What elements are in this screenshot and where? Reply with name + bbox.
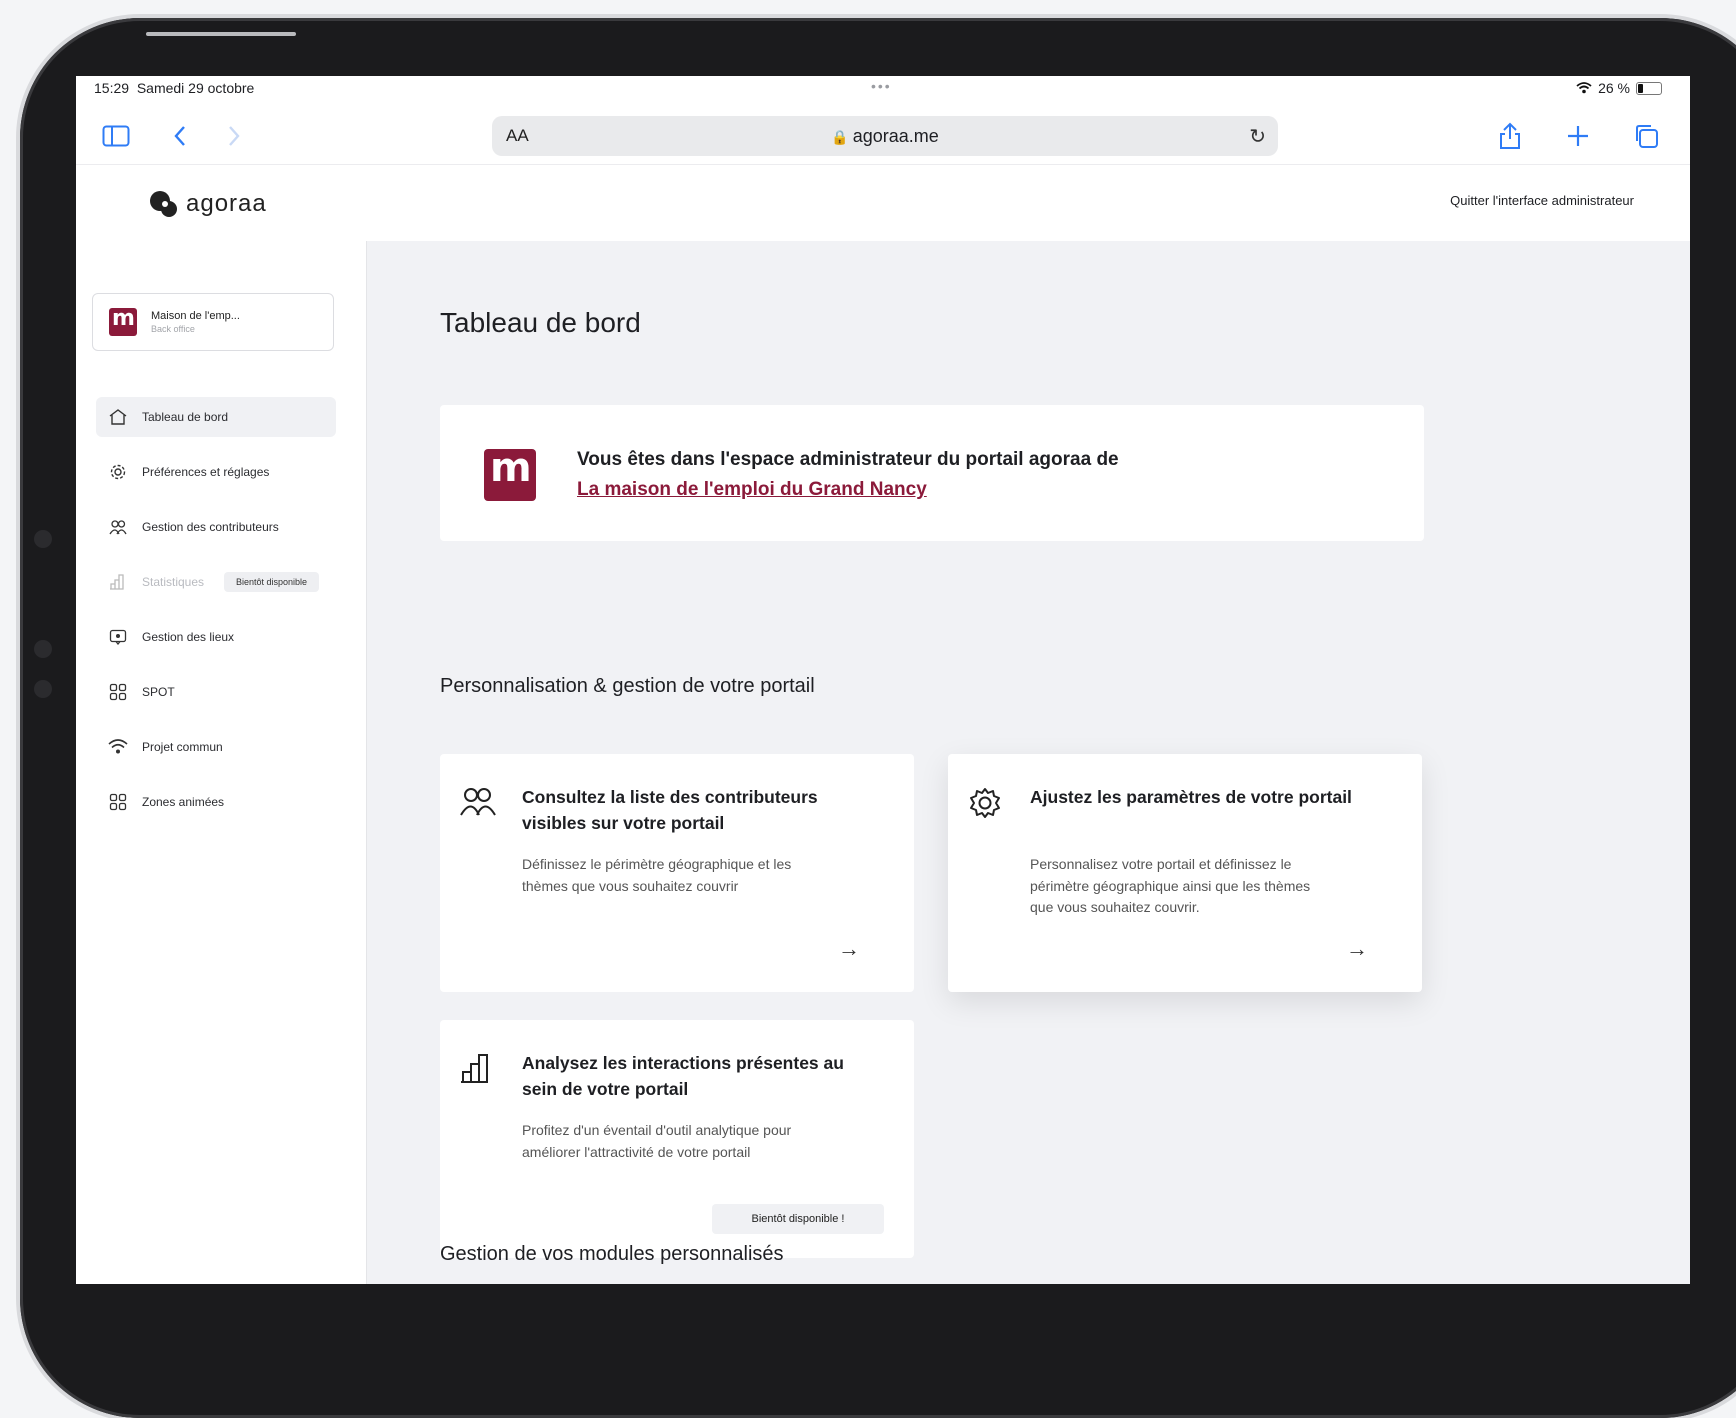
org-logo: m — [109, 306, 137, 336]
sidebar-item-lieux[interactable]: Gestion des lieux — [96, 617, 336, 657]
status-right: 26 % — [1576, 80, 1662, 96]
address-bar[interactable]: AA 🔒 agoraa.me ↻ — [492, 116, 1278, 156]
home-icon — [108, 407, 128, 427]
card-title: Consultez la liste des contributeurs vis… — [522, 787, 818, 833]
users-icon — [108, 517, 128, 537]
arrow-right-icon[interactable]: → — [1346, 936, 1368, 962]
card-title: Ajustez les paramètres de votre portail — [1030, 787, 1352, 807]
status-time: 15:29 Samedi 29 octobre — [94, 80, 255, 96]
battery-text: 26 % — [1598, 80, 1630, 96]
card-description: Personnalisez votre portail et définisse… — [1030, 856, 1311, 915]
sidebar-item-contributeurs[interactable]: Gestion des contributeurs — [96, 507, 336, 547]
sidebar-item-label: SPOT — [142, 685, 175, 699]
analytics-card: Analysez les interactions présentes au s… — [440, 1020, 914, 1258]
sidebar-item-label: Gestion des lieux — [142, 630, 235, 644]
gear-icon — [108, 462, 128, 482]
sidebar-item-label: Gestion des contributeurs — [142, 520, 279, 534]
gear-icon — [968, 786, 1004, 822]
sidebar-nav: Tableau de bord Préférences et réglages … — [96, 397, 336, 837]
sidebar-item-label: Tableau de bord — [142, 410, 229, 424]
arrow-right-icon[interactable]: → — [838, 936, 860, 962]
card-description: Profitez d'un éventail d'outil analytiqu… — [522, 1122, 792, 1160]
main-content: Tableau de bord m Vous êtes dans l'espac… — [367, 241, 1690, 1284]
location-icon — [108, 627, 128, 647]
multitask-dots[interactable]: ••• — [871, 78, 892, 94]
browser-toolbar: AA 🔒 agoraa.me ↻ — [76, 108, 1690, 164]
users-icon — [460, 786, 496, 822]
battery-icon — [1636, 81, 1662, 95]
chart-icon — [108, 572, 128, 592]
hardware-button — [146, 32, 296, 36]
forward-icon[interactable] — [216, 118, 252, 154]
logo-mark-icon — [150, 191, 177, 217]
share-icon[interactable] — [1492, 118, 1528, 154]
page-title: Tableau de bord — [440, 307, 641, 338]
welcome-card: m Vous êtes dans l'espace administrateur… — [440, 405, 1424, 541]
contributors-card[interactable]: Consultez la liste des contributeurs vis… — [440, 754, 914, 992]
new-tab-icon[interactable] — [1560, 118, 1596, 154]
card-description: Définissez le périmètre géographique et … — [522, 856, 792, 894]
sidebar-item-preferences[interactable]: Préférences et réglages — [96, 452, 336, 492]
camera-dot — [34, 680, 52, 698]
back-icon[interactable] — [162, 118, 198, 154]
grid-icon — [108, 792, 128, 812]
sidebar-toggle-icon[interactable] — [98, 118, 134, 154]
status-bar: 15:29 Samedi 29 octobre ••• 26 % — [76, 76, 1690, 108]
coming-soon-badge: Bientôt disponible — [224, 572, 320, 592]
wifi-icon — [1576, 82, 1592, 94]
camera-dot — [34, 640, 52, 658]
tabs-overview-icon[interactable] — [1628, 118, 1664, 154]
card-title: Analysez les interactions présentes au s… — [522, 1053, 844, 1099]
wifi-icon — [108, 737, 128, 757]
section-title-modules: Gestion de vos modules personnalisés — [440, 1243, 784, 1265]
sidebar: m Maison de l'emp... Back office Tableau… — [76, 241, 367, 1284]
chart-icon — [460, 1052, 496, 1088]
camera-dot — [34, 530, 52, 548]
section-title-personnalisation: Personnalisation & gestion de votre port… — [440, 675, 815, 697]
sidebar-item-statistiques: Statistiques Bientôt disponible — [96, 562, 336, 602]
org-logo: m — [484, 445, 536, 501]
sidebar-item-projet-commun[interactable]: Projet commun — [96, 727, 336, 767]
sidebar-item-label: Zones animées — [142, 795, 225, 809]
coming-soon-badge: Bientôt disponible ! — [712, 1204, 884, 1234]
url-text: 🔒 agoraa.me — [831, 126, 939, 146]
screen: 15:29 Samedi 29 octobre ••• 26 % AA 🔒 ago… — [76, 76, 1690, 1284]
reload-icon[interactable]: ↻ — [1249, 124, 1266, 149]
sidebar-item-label: Statistiques — [142, 575, 205, 589]
org-subtitle: Back office — [151, 324, 195, 334]
settings-card[interactable]: Ajustez les paramètres de votre portail … — [948, 754, 1422, 992]
agoraa-logo[interactable]: agoraa — [148, 189, 267, 219]
sidebar-item-label: Projet commun — [142, 740, 223, 754]
brand-name: agoraa — [186, 190, 267, 217]
quit-admin-link[interactable]: Quitter l'interface administrateur — [1450, 193, 1634, 208]
welcome-text: Vous êtes dans l'espace administrateur d… — [577, 445, 1119, 505]
grid-icon — [108, 682, 128, 702]
app-header: agoraa Quitter l'interface administrateu… — [76, 164, 1690, 242]
lock-icon: 🔒 — [831, 129, 849, 145]
sidebar-item-tableau-de-bord[interactable]: Tableau de bord — [96, 397, 336, 437]
org-portal-link[interactable]: La maison de l'emploi du Grand Nancy — [577, 475, 1119, 505]
sidebar-item-label: Préférences et réglages — [142, 465, 270, 479]
sidebar-item-spot[interactable]: SPOT — [96, 672, 336, 712]
org-name: Maison de l'emp... — [151, 310, 240, 322]
org-switcher[interactable]: m Maison de l'emp... Back office — [92, 293, 334, 351]
sidebar-item-zones-animees[interactable]: Zones animées — [96, 782, 336, 822]
